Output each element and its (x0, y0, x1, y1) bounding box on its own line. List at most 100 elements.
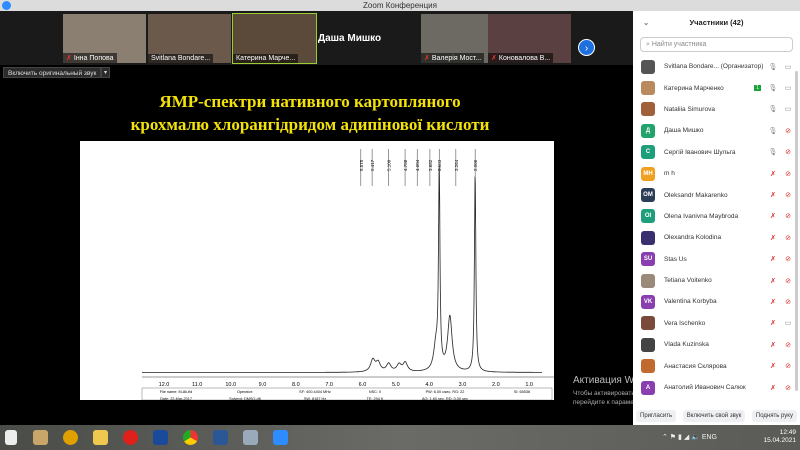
camera-off-icon[interactable]: ⊘ (782, 362, 794, 370)
camera-icon[interactable]: ▭ (782, 105, 794, 113)
video-tile[interactable]: ✗ Інна Попова (63, 14, 146, 63)
system-tray-icons[interactable]: ⌃ ⚑ ▮ ◢ 🔈 ENG (662, 433, 717, 441)
raise-hand-button[interactable]: Поднять руку (751, 410, 797, 422)
mic-muted-icon[interactable]: ✗ (767, 362, 779, 370)
axis-tick-label: 12.0 (159, 382, 170, 388)
mic-icon[interactable]: 🎙︎ (767, 63, 779, 71)
participant-list: Svitlana Bondare... (Организатор) 🎙︎ ▭ К… (633, 56, 800, 398)
video-name: Svitlana Bondare... (151, 55, 211, 62)
participants-panel: ⌄ Участники (42) ⌕ Найти участника Svitla… (633, 11, 800, 425)
unmute-button[interactable]: Включить свой звук (682, 410, 746, 422)
camera-off-icon[interactable]: ⊘ (782, 191, 794, 199)
mic-muted-icon[interactable]: ✗ (767, 298, 779, 306)
video-tile[interactable]: ✗ Валерія Мост... (421, 14, 488, 63)
participant-name: Stas Us (664, 255, 687, 263)
participant-row[interactable]: VK Valentina Korbyba ✗ ⊘ (633, 291, 800, 312)
chrome-icon[interactable] (183, 430, 198, 445)
clock[interactable]: 12:49 15.04.2021 (763, 429, 796, 445)
mic-muted-icon[interactable]: ✗ (767, 191, 779, 199)
axis-tick-label: 10.0 (225, 382, 236, 388)
invite-button[interactable]: Пригласить (636, 410, 677, 422)
participant-row[interactable]: OI Olena Ivanivna Maybroda ✗ ⊘ (633, 206, 800, 227)
scrollbar[interactable] (795, 71, 798, 391)
camera-off-icon[interactable]: ⊘ (782, 148, 794, 156)
camera-off-icon[interactable]: ⊘ (782, 212, 794, 220)
video-tile[interactable]: ✗ Коновалова В... (488, 14, 571, 63)
spectrum-param: TE: 294 K (367, 397, 384, 400)
avatar (641, 316, 655, 331)
search-placeholder: Найти участника (651, 41, 707, 48)
camera-off-icon[interactable]: ⊘ (782, 384, 794, 392)
participant-row[interactable]: С Сергій Іванович Шульга 🎙︎ ⊘ (633, 142, 800, 163)
mic-muted-icon[interactable]: ✗ (767, 277, 779, 285)
paint-icon[interactable] (243, 430, 258, 445)
mic-icon[interactable]: 🎙︎ (767, 127, 779, 135)
mic-muted-icon[interactable]: ✗ (767, 384, 779, 392)
spectrum-param: File name: M-8k-fid (160, 390, 193, 394)
camera-off-icon[interactable]: ⊘ (782, 255, 794, 263)
participant-row[interactable]: Vera Ischenko ✗ ▭ (633, 313, 800, 334)
camera-icon[interactable]: ▭ (782, 84, 794, 92)
spectrum-line (142, 165, 542, 373)
peak-label: 3.264 (454, 159, 459, 171)
video-name-only[interactable]: Даша Мишко (318, 33, 381, 44)
calendar-app-icon[interactable] (33, 430, 48, 445)
avatar (641, 230, 655, 245)
mic-icon[interactable]: 🎙︎ (767, 84, 779, 92)
mic-muted-icon[interactable]: ✗ (767, 170, 779, 178)
app-icon[interactable] (153, 430, 168, 445)
mic-muted-icon[interactable]: ✗ (767, 212, 779, 220)
peak-label: 4.604 (415, 159, 420, 171)
participant-row[interactable]: Катерина Марченко 1 🎙︎ ▭ (633, 77, 800, 98)
original-audio-button[interactable]: Включить оригинальный звук (3, 67, 102, 78)
file-explorer-icon[interactable] (93, 430, 108, 445)
participant-row[interactable]: Tetiana Voitenko ✗ ⊘ (633, 270, 800, 291)
video-tile[interactable]: Катерина Марче... (232, 13, 317, 64)
app-icon[interactable] (63, 430, 78, 445)
word-icon[interactable] (213, 430, 228, 445)
camera-off-icon[interactable]: ⊘ (782, 298, 794, 306)
zoom-app-icon[interactable] (273, 430, 288, 445)
next-page-button[interactable]: › (578, 39, 595, 56)
participant-row[interactable]: OM Oleksandr Makarenko ✗ ⊘ (633, 184, 800, 205)
participant-row[interactable]: Д Даша Мишко 🎙︎ ⊘ (633, 120, 800, 141)
axis-tick-label: 8.0 (292, 382, 300, 388)
participant-row[interactable]: A Анатолий Иванович Салюк ✗ ⊘ (633, 377, 800, 398)
participant-name: Olexandra Kolodina (664, 234, 722, 242)
participant-row[interactable]: MH m h ✗ ⊘ (633, 163, 800, 184)
mic-icon[interactable]: 🎙︎ (767, 148, 779, 156)
camera-off-icon[interactable]: ⊘ (782, 341, 794, 349)
camera-off-icon[interactable]: ⊘ (782, 234, 794, 242)
chevron-down-icon[interactable]: ▾ (101, 67, 110, 78)
windows-start-icon[interactable] (5, 430, 17, 445)
mic-icon[interactable]: 🎙︎ (767, 105, 779, 113)
participant-row[interactable]: Vlada Kuzinska ✗ ⊘ (633, 334, 800, 355)
video-tile[interactable]: Svitlana Bondare... (148, 14, 231, 63)
camera-icon[interactable]: ▭ (782, 319, 794, 327)
participant-row[interactable]: Svitlana Bondare... (Организатор) 🎙︎ ▭ (633, 56, 800, 77)
axis-tick-label: 11.0 (192, 382, 202, 388)
camera-off-icon[interactable]: ⊘ (782, 127, 794, 135)
time: 12:49 (779, 429, 796, 436)
mic-muted-icon[interactable]: ✗ (767, 234, 779, 242)
avatar (641, 273, 655, 288)
mic-muted-icon[interactable]: ✗ (767, 255, 779, 263)
avatar (641, 359, 655, 374)
collapse-chevron-icon[interactable]: ⌄ (643, 11, 649, 35)
mic-muted-icon[interactable]: ✗ (767, 319, 779, 327)
camera-off-icon[interactable]: ⊘ (782, 277, 794, 285)
participant-row[interactable]: Olexandra Kolodina ✗ ⊘ (633, 227, 800, 248)
participant-name: Svitlana Bondare... (Организатор) (664, 63, 764, 71)
opera-icon[interactable] (123, 430, 138, 445)
camera-icon[interactable]: ▭ (782, 63, 794, 71)
participant-search-input[interactable]: ⌕ Найти участника (640, 37, 793, 52)
nmr-spectrum-slide: 5.575 5.417 5.100 4.788 4.604 3.682 3.583 3.264… (80, 141, 554, 401)
slide-title: ЯМР-спектри нативного картопляного крохма… (80, 90, 540, 136)
avatar (641, 337, 655, 352)
language-indicator[interactable]: ENG (702, 434, 717, 441)
camera-off-icon[interactable]: ⊘ (782, 170, 794, 178)
participant-row[interactable]: Анастасия Склярова ✗ ⊘ (633, 355, 800, 376)
mic-muted-icon[interactable]: ✗ (767, 341, 779, 349)
participant-row[interactable]: SU Stas Us ✗ ⊘ (633, 249, 800, 270)
participant-row[interactable]: Nataliia Simurova 🎙︎ ▭ (633, 99, 800, 120)
